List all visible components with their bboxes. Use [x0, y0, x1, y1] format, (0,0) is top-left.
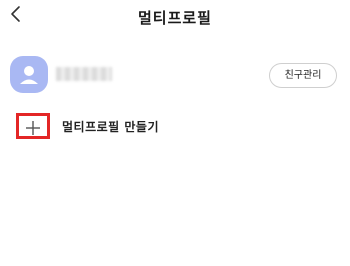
create-multiprofile-row[interactable]: 멀티프로필 만들기 [0, 110, 230, 142]
person-icon [10, 56, 48, 93]
profile-row: 친구관리 [0, 56, 350, 94]
avatar[interactable] [10, 56, 48, 93]
manage-friends-button[interactable]: 친구관리 [269, 63, 337, 88]
header-bar: 멀티프로필 [0, 0, 350, 34]
page-title: 멀티프로필 [137, 9, 212, 27]
create-multiprofile-label: 멀티프로필 만들기 [62, 120, 159, 134]
profile-name-blurred [56, 67, 112, 81]
plus-icon[interactable] [16, 113, 50, 139]
